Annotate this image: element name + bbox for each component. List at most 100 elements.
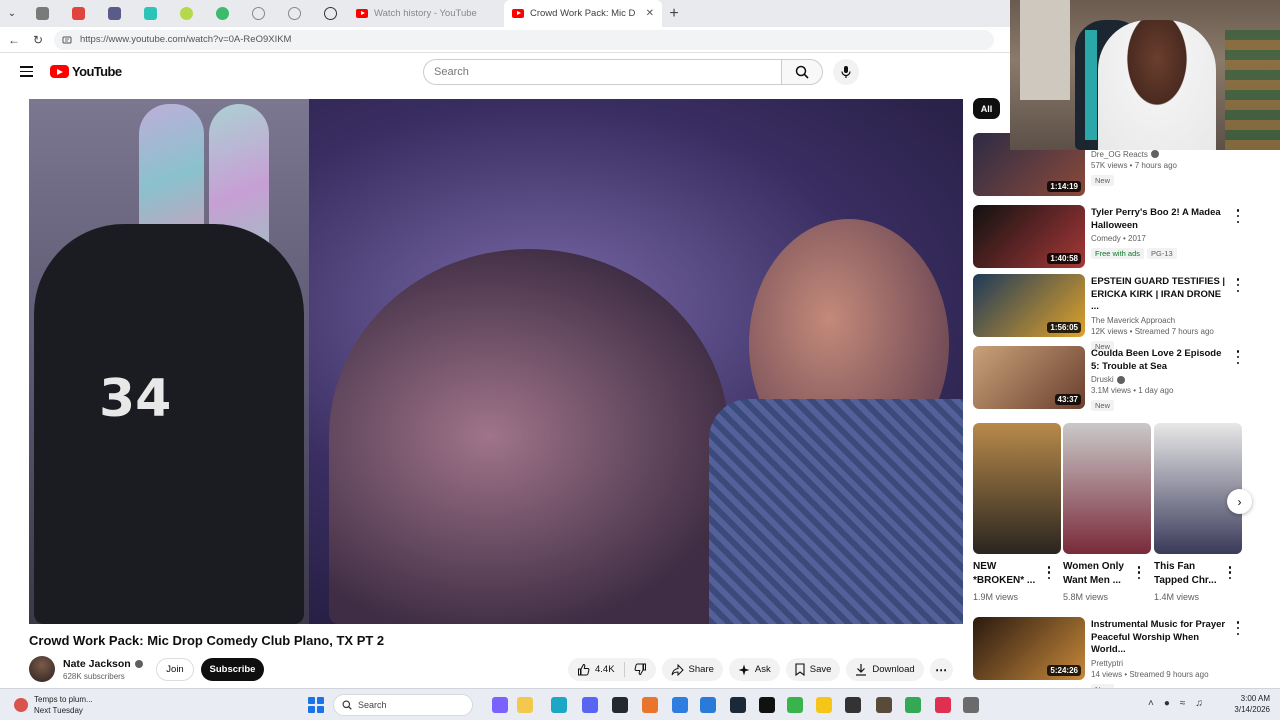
- pinned-tab[interactable]: [312, 0, 348, 27]
- more-options-icon[interactable]: [1233, 350, 1243, 364]
- media-icon[interactable]: [876, 697, 892, 713]
- reload-icon[interactable]: ↻: [26, 27, 50, 53]
- recommendation-channel[interactable]: Druski: [1091, 375, 1114, 384]
- wifi-icon[interactable]: ≈: [1180, 698, 1186, 709]
- recommendation-thumbnail[interactable]: 1:56:05: [973, 274, 1085, 337]
- microphone-icon[interactable]: ●: [1164, 698, 1170, 709]
- more-options-icon[interactable]: [1046, 566, 1052, 579]
- badge-row: Free with ads PG-13: [1091, 243, 1231, 261]
- pinned-tab[interactable]: [132, 0, 168, 27]
- channel-name[interactable]: Nate Jackson: [63, 658, 131, 670]
- chevron-up-icon[interactable]: ˄: [1148, 698, 1154, 709]
- recommendation-item[interactable]: 1:40:58 Tyler Perry's Boo 2! A Madea Hall…: [973, 205, 1263, 269]
- short-thumbnail[interactable]: [1154, 423, 1242, 554]
- short-thumbnail[interactable]: [1063, 423, 1151, 554]
- like-button[interactable]: 4.4K: [568, 658, 624, 681]
- recommendation-item[interactable]: 1:56:05 EPSTEIN GUARD TESTIFIES | ERICKA …: [973, 274, 1263, 352]
- pinned-tab[interactable]: [60, 0, 96, 27]
- discord-icon[interactable]: [582, 697, 598, 713]
- more-options-icon[interactable]: [1233, 209, 1243, 223]
- tab-search-chevron-icon[interactable]: ⌄: [0, 0, 24, 27]
- join-button[interactable]: Join: [156, 658, 194, 681]
- back-arrow-icon[interactable]: ←: [2, 27, 26, 53]
- search-icon: [342, 700, 352, 710]
- settings-icon[interactable]: [963, 697, 979, 713]
- chip-all[interactable]: All: [973, 98, 1000, 119]
- edge-icon[interactable]: [551, 697, 567, 713]
- recommendation-channel[interactable]: The Maverick Approach: [1091, 316, 1175, 325]
- new-tab-button[interactable]: +: [662, 0, 686, 27]
- copilot-icon[interactable]: [492, 697, 508, 713]
- close-tab-icon[interactable]: ✕: [646, 8, 654, 19]
- short-thumbnail[interactable]: [973, 423, 1061, 554]
- ask-button[interactable]: Ask: [728, 658, 780, 681]
- site-info-icon[interactable]: [62, 35, 72, 45]
- short-title[interactable]: This Fan Tapped Chr...: [1154, 560, 1224, 588]
- recommendation-channel[interactable]: Comedy • 2017: [1091, 234, 1146, 243]
- short-title[interactable]: Women Only Want Men ...: [1063, 560, 1133, 588]
- subscribe-button[interactable]: Subscribe: [201, 658, 264, 681]
- share-button[interactable]: Share: [661, 658, 723, 681]
- globe-icon: [287, 7, 301, 20]
- chevron-right-icon[interactable]: ›: [1227, 489, 1252, 514]
- chrome-icon[interactable]: [905, 697, 921, 713]
- recommendation-item[interactable]: 43:37 Coulda Been Love 2 Episode 5: Troub…: [973, 346, 1263, 411]
- recommendation-meta: 14 views • Streamed 9 hours ago: [1091, 669, 1209, 679]
- recommendation-channel[interactable]: Dre_OG Reacts: [1091, 150, 1148, 159]
- app-icon[interactable]: [642, 697, 658, 713]
- recommendation-thumbnail[interactable]: 5:24:26: [973, 617, 1085, 680]
- taskbar-clock[interactable]: 3:00 AM 3/14/2026: [1222, 693, 1270, 715]
- dislike-button[interactable]: [625, 658, 656, 681]
- download-button[interactable]: Download: [846, 658, 924, 681]
- short-title[interactable]: NEW *BROKEN* ...: [973, 560, 1043, 588]
- recommendation-channel[interactable]: Prettyptri: [1091, 659, 1123, 668]
- recommendation-thumbnail[interactable]: 43:37: [973, 346, 1085, 409]
- recommendation-title[interactable]: EPSTEIN GUARD TESTIFIES | ERICKA KIRK | …: [1091, 276, 1231, 314]
- store-icon[interactable]: [672, 697, 688, 713]
- pinned-tab[interactable]: [204, 0, 240, 27]
- subscriber-count: 628K subscribers: [63, 671, 125, 681]
- tab-current-video[interactable]: Crowd Work Pack: Mic Drop Come ✕: [504, 0, 662, 27]
- tiktok-icon[interactable]: [935, 697, 951, 713]
- pinned-tab[interactable]: [276, 0, 312, 27]
- recommendation-channel-row: Prettyptri: [1091, 659, 1231, 668]
- recommendation-title[interactable]: Coulda Been Love 2 Episode 5: Trouble at…: [1091, 348, 1231, 373]
- video-player[interactable]: 34: [29, 99, 963, 624]
- more-options-icon[interactable]: [1136, 566, 1142, 579]
- pinned-tab[interactable]: [96, 0, 132, 27]
- rockstar-icon[interactable]: [816, 697, 832, 713]
- taskbar-search[interactable]: Search: [333, 694, 473, 716]
- more-options-icon[interactable]: [1227, 566, 1233, 579]
- recommendation-meta: 12K views • Streamed 7 hours ago: [1091, 326, 1214, 336]
- mail-icon[interactable]: [700, 697, 716, 713]
- recommendation-item[interactable]: 5:24:26 Instrumental Music for Prayer Pea…: [973, 617, 1263, 695]
- address-bar[interactable]: https://www.youtube.com/watch?v=0A-ReO9X…: [54, 29, 994, 50]
- volume-icon[interactable]: ♫: [1195, 698, 1203, 709]
- app-icon[interactable]: [845, 697, 861, 713]
- recommendation-title[interactable]: Tyler Perry's Boo 2! A Madea Halloween: [1091, 207, 1231, 232]
- search-input[interactable]: [423, 59, 781, 85]
- voice-search-button[interactable]: [833, 59, 859, 85]
- pinned-tab[interactable]: [240, 0, 276, 27]
- channel-avatar[interactable]: [29, 656, 55, 682]
- steam-icon[interactable]: [730, 697, 746, 713]
- more-options-icon[interactable]: [1233, 621, 1243, 635]
- recommendation-thumbnail[interactable]: 1:40:58: [973, 205, 1085, 268]
- pinned-tab[interactable]: [168, 0, 204, 27]
- github-icon[interactable]: [612, 697, 628, 713]
- pinned-tab[interactable]: [24, 0, 60, 27]
- tab-watch-history[interactable]: Watch history - YouTube: [348, 0, 504, 27]
- more-actions-icon[interactable]: ⋯: [929, 658, 953, 681]
- windows-start-icon[interactable]: [308, 697, 324, 713]
- save-button[interactable]: Save: [785, 658, 841, 681]
- more-options-icon[interactable]: [1233, 278, 1243, 292]
- xbox-icon[interactable]: [787, 697, 803, 713]
- file-explorer-icon[interactable]: [517, 697, 533, 713]
- weather-widget[interactable]: Temps to plum... Next Tuesday: [14, 694, 93, 716]
- tiktok-icon[interactable]: [759, 697, 775, 713]
- search-button[interactable]: [781, 59, 823, 85]
- recommendation-title[interactable]: Instrumental Music for Prayer Peaceful W…: [1091, 619, 1231, 657]
- verified-icon: [1150, 150, 1159, 158]
- youtube-logo[interactable]: YouTube: [50, 64, 122, 79]
- menu-icon[interactable]: [20, 66, 33, 77]
